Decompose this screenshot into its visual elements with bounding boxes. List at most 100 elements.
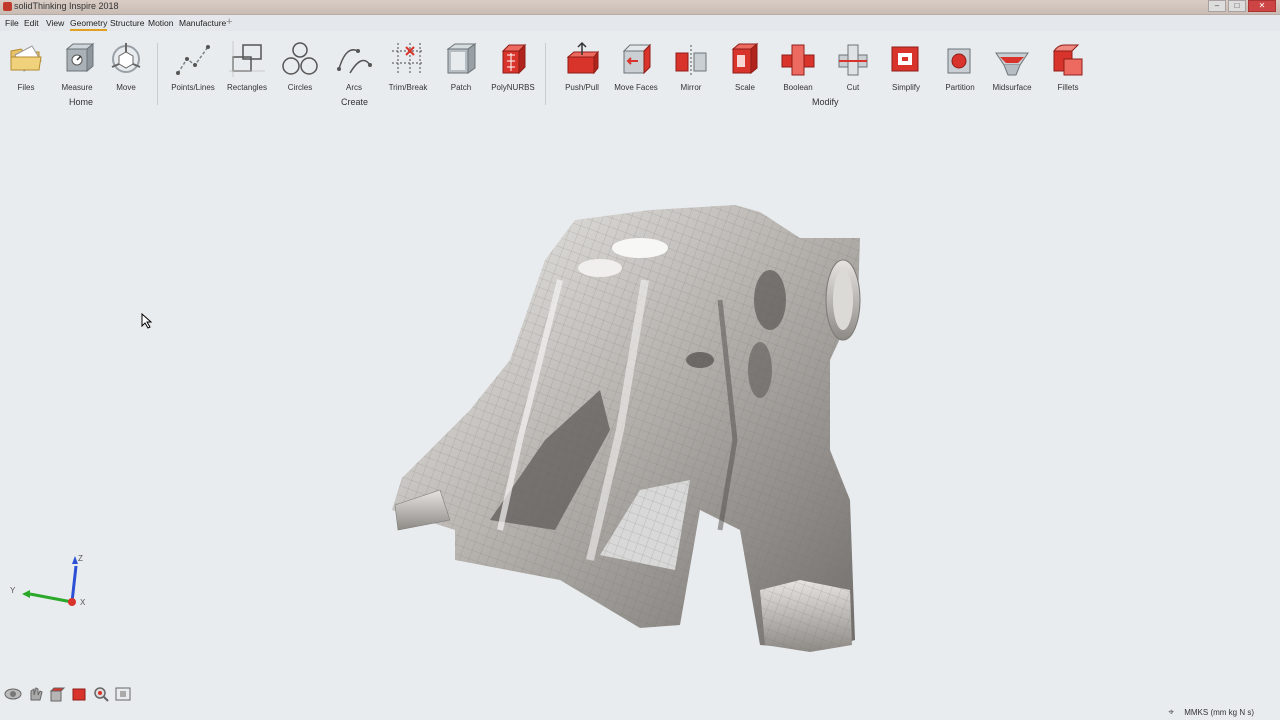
patch-label: Patch — [450, 83, 472, 92]
files-label: Files — [17, 83, 35, 92]
menu-view[interactable]: View — [46, 18, 64, 28]
fillets-icon — [1053, 44, 1083, 76]
window-controls: – □ ✕ — [1206, 0, 1276, 12]
simplify-tool[interactable]: Simplify — [878, 41, 934, 92]
axis-x-label: X — [80, 598, 86, 607]
ribbon-separator — [157, 43, 158, 105]
push-pull-icon — [566, 41, 600, 75]
arcs-tool[interactable]: Arcs — [326, 41, 382, 92]
axis-triad-icon — [22, 556, 78, 606]
move-faces-tool[interactable]: Move Faces — [608, 41, 664, 92]
menu-edit[interactable]: Edit — [24, 18, 39, 28]
minimize-button[interactable]: – — [1208, 0, 1226, 12]
move-icon — [111, 43, 141, 73]
ribbon: Files Measure Move Home Points/Lines Rec… — [0, 31, 1280, 109]
rectangles-icon — [229, 41, 265, 77]
trim-break-label: Trim/Break — [388, 83, 428, 92]
fillets-label: Fillets — [1057, 83, 1079, 92]
3d-viewport[interactable] — [0, 110, 1280, 700]
boolean-label: Boolean — [783, 83, 813, 92]
move-faces-label: Move Faces — [614, 83, 658, 92]
window-title: solidThinking Inspire 2018 — [14, 1, 119, 11]
rectangles-tool[interactable]: Rectangles — [219, 41, 275, 92]
polynurbs-label: PolyNURBS — [491, 83, 535, 92]
patch-tool[interactable]: Patch — [433, 41, 489, 92]
menu-motion[interactable]: Motion — [148, 18, 174, 28]
fillets-tool[interactable]: Fillets — [1040, 41, 1096, 92]
units-selector[interactable]: MMKS (mm kg N s) — [1184, 708, 1254, 717]
axis-z-label: Z — [78, 554, 83, 563]
view-toolbar — [4, 686, 136, 702]
points-lines-tool[interactable]: Points/Lines — [165, 41, 221, 92]
menu-manufacture[interactable]: Manufacture — [179, 18, 226, 28]
menu-geometry[interactable]: Geometry — [70, 18, 108, 31]
view-fit-icon[interactable] — [114, 686, 132, 702]
maximize-button[interactable]: □ — [1228, 0, 1246, 12]
cut-tool[interactable]: Cut — [825, 41, 881, 92]
scale-tool[interactable]: Scale — [717, 41, 773, 92]
midsurface-tool[interactable]: Midsurface — [984, 41, 1040, 92]
crosshair-icon[interactable]: ⌖ — [1168, 707, 1174, 718]
measure-icon — [65, 42, 95, 73]
arcs-icon — [337, 49, 372, 74]
mirror-label: Mirror — [680, 83, 702, 92]
boolean-tool[interactable]: Boolean — [770, 41, 826, 92]
view-zoom-icon[interactable] — [92, 686, 110, 702]
cut-label: Cut — [846, 83, 860, 92]
simplify-label: Simplify — [891, 83, 920, 92]
points-lines-label: Points/Lines — [171, 83, 215, 92]
simplify-icon — [891, 46, 919, 72]
close-button[interactable]: ✕ — [1248, 0, 1276, 12]
app-icon — [3, 2, 12, 11]
measure-label: Measure — [61, 83, 93, 92]
ribbon-separator — [545, 43, 546, 105]
patch-icon — [446, 43, 477, 74]
boolean-icon — [781, 44, 815, 76]
bracket-model[interactable] — [0, 110, 1280, 700]
scale-label: Scale — [734, 83, 755, 92]
view-orbit-icon[interactable] — [4, 686, 22, 702]
midsurface-label: Midsurface — [992, 83, 1032, 92]
partition-tool[interactable]: Partition — [932, 41, 988, 92]
trim-break-icon — [392, 43, 424, 75]
measure-tool[interactable]: Measure — [49, 41, 105, 92]
axis-triad: Z Y X — [8, 552, 88, 615]
circles-icon — [282, 42, 318, 75]
polynurbs-tool[interactable]: PolyNURBS — [485, 41, 541, 92]
circles-tool[interactable]: Circles — [272, 41, 328, 92]
folder-icon — [10, 45, 42, 72]
polynurbs-icon — [501, 43, 527, 75]
title-bar: solidThinking Inspire 2018 – □ ✕ — [0, 0, 1280, 15]
view-pan-icon[interactable] — [26, 686, 44, 702]
home-group-label: Home — [69, 97, 94, 107]
add-tab-icon[interactable]: + — [226, 16, 232, 28]
move-tool[interactable]: Move — [98, 41, 154, 92]
points-lines-icon — [176, 45, 210, 75]
move-faces-icon — [622, 43, 652, 75]
trim-break-tool[interactable]: Trim/Break — [380, 41, 436, 92]
cut-icon — [838, 44, 868, 76]
push-pull-label: Push/Pull — [565, 83, 599, 92]
scale-icon — [731, 42, 759, 75]
arcs-label: Arcs — [346, 83, 362, 92]
status-bar: ⌖ MMKS (mm kg N s) — [0, 704, 1280, 720]
mouse-cursor-icon — [141, 313, 153, 329]
midsurface-icon — [995, 52, 1029, 76]
axis-y-label: Y — [10, 586, 16, 595]
view-cube-icon[interactable] — [48, 686, 66, 702]
mirror-icon — [675, 45, 707, 75]
mirror-tool[interactable]: Mirror — [663, 41, 719, 92]
push-pull-tool[interactable]: Push/Pull — [554, 41, 610, 92]
partition-label: Partition — [945, 83, 975, 92]
menu-file[interactable]: File — [5, 18, 19, 28]
circles-label: Circles — [287, 83, 313, 92]
create-group-label: Create — [341, 97, 369, 107]
move-label: Move — [116, 83, 136, 92]
files-tool[interactable]: Files — [0, 41, 54, 92]
menu-bar: File Edit View Geometry Structure Motion… — [0, 15, 1280, 31]
rectangles-label: Rectangles — [226, 83, 268, 92]
menu-structure[interactable]: Structure — [110, 18, 145, 28]
modify-group-label: Modify — [812, 97, 839, 107]
partition-icon — [947, 48, 971, 74]
view-box-icon[interactable] — [70, 686, 88, 702]
